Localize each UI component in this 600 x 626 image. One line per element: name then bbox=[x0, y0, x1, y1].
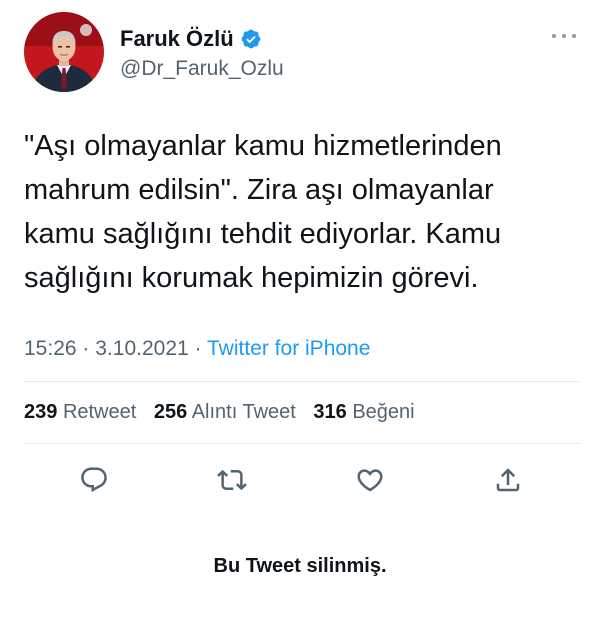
like-icon[interactable] bbox=[350, 460, 390, 500]
quotes-stat[interactable]: 256 Alıntı Tweet bbox=[154, 401, 296, 424]
dot bbox=[552, 34, 556, 38]
share-icon[interactable] bbox=[488, 460, 528, 500]
avatar[interactable] bbox=[24, 12, 104, 92]
tweet-time[interactable]: 15:26 bbox=[24, 337, 77, 360]
tweet-actions bbox=[24, 460, 580, 500]
display-name[interactable]: Faruk Özlü bbox=[120, 26, 234, 52]
reply-icon[interactable] bbox=[74, 460, 114, 500]
quotes-label: Alıntı Tweet bbox=[191, 401, 296, 423]
retweets-stat[interactable]: 239 Retweet bbox=[24, 401, 136, 424]
tweet-stats: 239 Retweet 256 Alıntı Tweet 316 Beğeni bbox=[24, 401, 427, 424]
retweets-count: 239 bbox=[24, 401, 58, 423]
author-info: Faruk Özlü @Dr_Faruk_Ozlu bbox=[120, 25, 284, 81]
deleted-notice: Bu Tweet silinmiş. bbox=[213, 555, 387, 577]
handle[interactable]: @Dr_Faruk_Ozlu bbox=[120, 57, 284, 81]
dot bbox=[572, 34, 576, 38]
tweet-meta: 15:26 · 3.10.2021 · Twitter for iPhone bbox=[24, 337, 370, 361]
meta-separator: · bbox=[194, 337, 202, 360]
more-options-icon[interactable] bbox=[552, 30, 576, 42]
dot bbox=[562, 34, 566, 38]
verified-badge-icon bbox=[240, 28, 262, 50]
meta-separator: · bbox=[82, 337, 90, 360]
tweet-header: Faruk Özlü @Dr_Faruk_Ozlu bbox=[24, 12, 580, 92]
likes-count: 316 bbox=[313, 401, 347, 423]
tweet-source-link[interactable]: Twitter for iPhone bbox=[207, 337, 370, 360]
tweet-date[interactable]: 3.10.2021 bbox=[95, 337, 188, 360]
name-row: Faruk Özlü bbox=[120, 25, 284, 53]
likes-label: Beğeni bbox=[352, 401, 415, 423]
quotes-count: 256 bbox=[153, 401, 188, 423]
tweet-card: Faruk Özlü @Dr_Faruk_Ozlu "Aşı olmayanla… bbox=[0, 0, 600, 626]
avatar-image bbox=[24, 12, 104, 92]
divider bbox=[24, 443, 580, 444]
tweet-text: "Aşı olmayanlar kamu hizmetlerinden mahr… bbox=[24, 130, 502, 294]
retweets-label: Retweet bbox=[62, 401, 137, 423]
retweet-icon[interactable] bbox=[212, 460, 252, 500]
likes-stat[interactable]: 316 Beğeni bbox=[313, 401, 414, 424]
divider bbox=[24, 381, 580, 382]
